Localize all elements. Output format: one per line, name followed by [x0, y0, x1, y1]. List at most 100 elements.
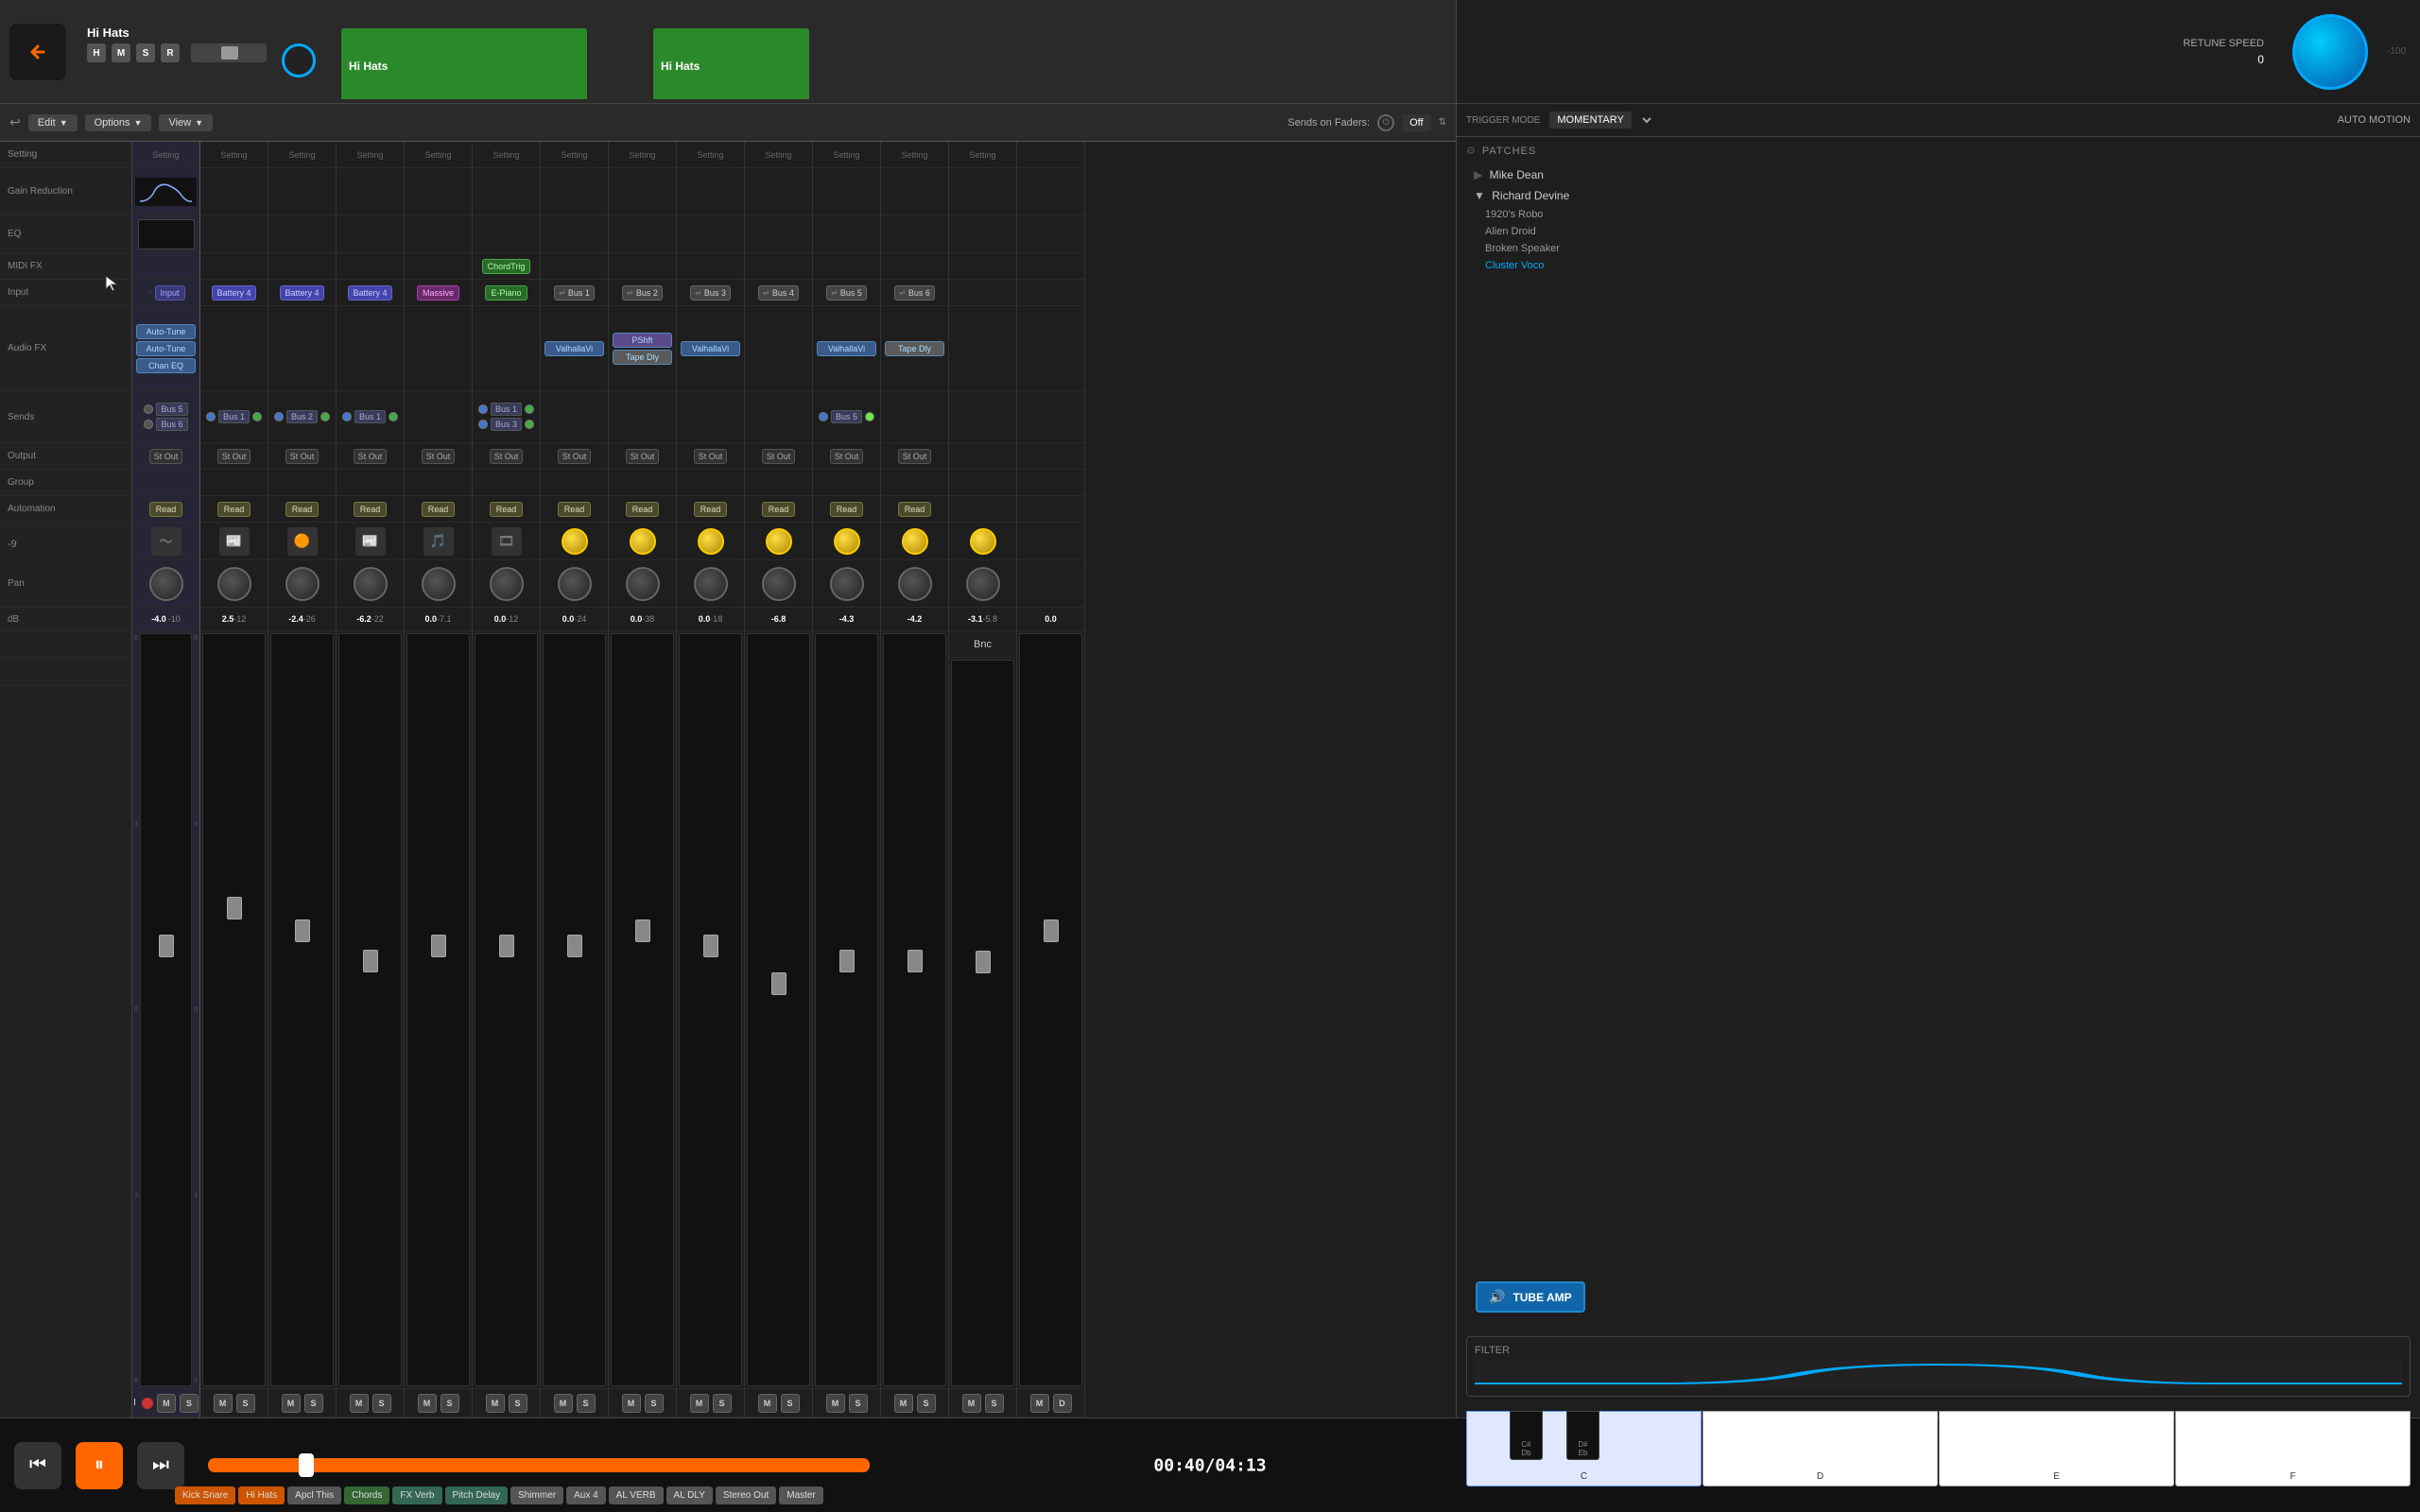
view-button[interactable]: View ▼ — [159, 114, 213, 131]
ch11-fader-track[interactable] — [815, 633, 878, 1386]
ch9-stout[interactable]: St Out — [694, 449, 728, 464]
ch5-stout[interactable]: St Out — [422, 449, 456, 464]
ch4-fader-handle[interactable] — [363, 950, 378, 972]
ch2-icon[interactable]: 📰 — [219, 527, 250, 556]
ch12-tape-btn[interactable]: Tape Dly — [885, 341, 944, 356]
ch8-pshift-btn[interactable]: PShft — [613, 333, 672, 348]
track-hi-hats[interactable]: Hi Hats — [238, 1486, 285, 1504]
track-kick-snare[interactable]: Kick Snare — [175, 1486, 235, 1504]
ch10-icon[interactable] — [766, 528, 792, 555]
patch-alien-droid[interactable]: Alien Droid — [1466, 223, 2411, 240]
ch3-send1-btn[interactable]: Bus 2 — [286, 410, 318, 423]
track-stereo-out[interactable]: Stereo Out — [716, 1486, 776, 1504]
ch11-valhalla-btn[interactable]: ValhallaVi — [817, 341, 876, 356]
ch6-s-btn[interactable]: S — [509, 1394, 527, 1413]
ch5-icon[interactable]: 🎵 — [424, 527, 454, 556]
progress-thumb[interactable] — [299, 1453, 314, 1477]
timeline-clip-2[interactable]: Hi Hats — [653, 28, 809, 99]
ch12-icon[interactable] — [902, 528, 928, 555]
ch6-icon[interactable]: 🎞 — [492, 527, 522, 556]
track-apcl[interactable]: Apcl This — [287, 1486, 341, 1504]
piano-key-D[interactable]: D — [1703, 1411, 1938, 1486]
ch14-fader-handle[interactable] — [1044, 919, 1059, 942]
ch6-fader-handle[interactable] — [499, 935, 514, 957]
ch4-send1-btn[interactable]: Bus 1 — [354, 410, 386, 423]
track-pitch-delay[interactable]: Pitch Delay — [445, 1486, 509, 1504]
ch1-read-btn[interactable]: Read — [149, 502, 183, 517]
ch4-fader-track[interactable] — [338, 633, 402, 1386]
ch9-m-btn[interactable]: M — [690, 1394, 709, 1413]
ch9-fader-track[interactable] — [679, 633, 742, 1386]
ch3-s-btn[interactable]: S — [304, 1394, 323, 1413]
ch2-fader-track[interactable] — [202, 633, 266, 1386]
mixer-back-icon[interactable]: ↩ — [9, 114, 21, 130]
ch1-autotune2[interactable]: Auto-Tune — [136, 341, 196, 356]
ch9-read-btn[interactable]: Read — [694, 502, 728, 517]
ch1-s-btn[interactable]: S — [180, 1394, 199, 1413]
ch13-icon[interactable] — [970, 528, 996, 555]
ch3-fader-handle[interactable] — [295, 919, 310, 942]
ch12-fader-handle[interactable] — [908, 950, 923, 972]
ch3-pan-knob[interactable] — [285, 567, 320, 601]
ch13-fader-handle[interactable] — [976, 951, 991, 973]
track-shimmer[interactable]: Shimmer — [510, 1486, 563, 1504]
ch2-m-btn[interactable]: M — [214, 1394, 233, 1413]
ch2-pan-knob[interactable] — [217, 567, 251, 601]
retune-knob[interactable] — [2292, 14, 2368, 90]
ch10-read-btn[interactable]: Read — [762, 502, 796, 517]
ch2-battery-btn[interactable]: Battery 4 — [212, 285, 255, 301]
ch4-pan-knob[interactable] — [354, 567, 388, 601]
ch10-pan-knob[interactable] — [762, 567, 796, 601]
ch5-fader-handle[interactable] — [431, 935, 446, 957]
track-fx-verb[interactable]: FX Verb — [392, 1486, 441, 1504]
ch6-pan-knob[interactable] — [490, 567, 524, 601]
ch7-pan-knob[interactable] — [558, 567, 592, 601]
ch9-s-btn[interactable]: S — [713, 1394, 732, 1413]
ch7-valhalla-btn[interactable]: ValhallaVi — [544, 341, 604, 356]
ch14-fader-track[interactable] — [1019, 633, 1082, 1386]
track-chords[interactable]: Chords — [344, 1486, 389, 1504]
ch7-s-btn[interactable]: S — [577, 1394, 596, 1413]
ch9-valhalla-btn[interactable]: ValhallaVi — [681, 341, 740, 356]
ch3-m-btn[interactable]: M — [282, 1394, 301, 1413]
patch-broken-speaker[interactable]: Broken Speaker — [1466, 240, 2411, 257]
ch12-pan-knob[interactable] — [898, 567, 932, 601]
ch8-read-btn[interactable]: Read — [626, 502, 660, 517]
ch6-send1-btn[interactable]: Bus 1 — [491, 403, 522, 416]
ch11-m-btn[interactable]: M — [826, 1394, 845, 1413]
ch5-massive-btn[interactable]: Massive — [417, 285, 459, 301]
ch8-s-btn[interactable]: S — [645, 1394, 664, 1413]
ch11-s-btn[interactable]: S — [849, 1394, 868, 1413]
ch1-autotune1[interactable]: Auto-Tune — [136, 324, 196, 339]
ch5-m-btn[interactable]: M — [418, 1394, 437, 1413]
m-button[interactable]: M — [112, 43, 130, 62]
rewind-button[interactable]: ⏮ — [14, 1442, 61, 1489]
ch3-battery-btn[interactable]: Battery 4 — [280, 285, 323, 301]
ch14-d-btn[interactable]: D — [1053, 1394, 1072, 1413]
ch6-read-btn[interactable]: Read — [490, 502, 524, 517]
patch-1920s-robo[interactable]: 1920's Robo — [1466, 206, 2411, 223]
ch8-fader-track[interactable] — [611, 633, 674, 1386]
ch1-eq-curve[interactable] — [138, 219, 195, 249]
track-aux4[interactable]: Aux 4 — [566, 1486, 606, 1504]
ch5-fader-track[interactable] — [406, 633, 470, 1386]
sends-power-button[interactable]: ⏻ — [1377, 114, 1394, 131]
ch3-read-btn[interactable]: Read — [285, 502, 320, 517]
ch5-s-btn[interactable]: S — [441, 1394, 459, 1413]
ch14-m-btn[interactable]: M — [1030, 1394, 1049, 1413]
ch7-read-btn[interactable]: Read — [558, 502, 592, 517]
ch11-read-btn[interactable]: Read — [830, 502, 864, 517]
ch3-icon[interactable]: 🟠 — [287, 527, 318, 556]
ch10-fader-handle[interactable] — [771, 972, 786, 995]
track-volume-knob[interactable] — [282, 43, 316, 77]
ch8-tape-btn[interactable]: Tape Dly — [613, 350, 672, 365]
sends-value-dropdown[interactable]: Off — [1402, 114, 1430, 131]
ch4-m-btn[interactable]: M — [350, 1394, 369, 1413]
back-button[interactable] — [9, 24, 66, 80]
ch11-icon[interactable] — [834, 528, 860, 555]
ch2-fader-handle[interactable] — [227, 897, 242, 919]
ch8-bus-btn[interactable]: ⇌Bus 2 — [622, 285, 663, 301]
ch9-icon[interactable] — [698, 528, 724, 555]
ch12-m-btn[interactable]: M — [894, 1394, 913, 1413]
ch2-send1-btn[interactable]: Bus 1 — [218, 410, 250, 423]
